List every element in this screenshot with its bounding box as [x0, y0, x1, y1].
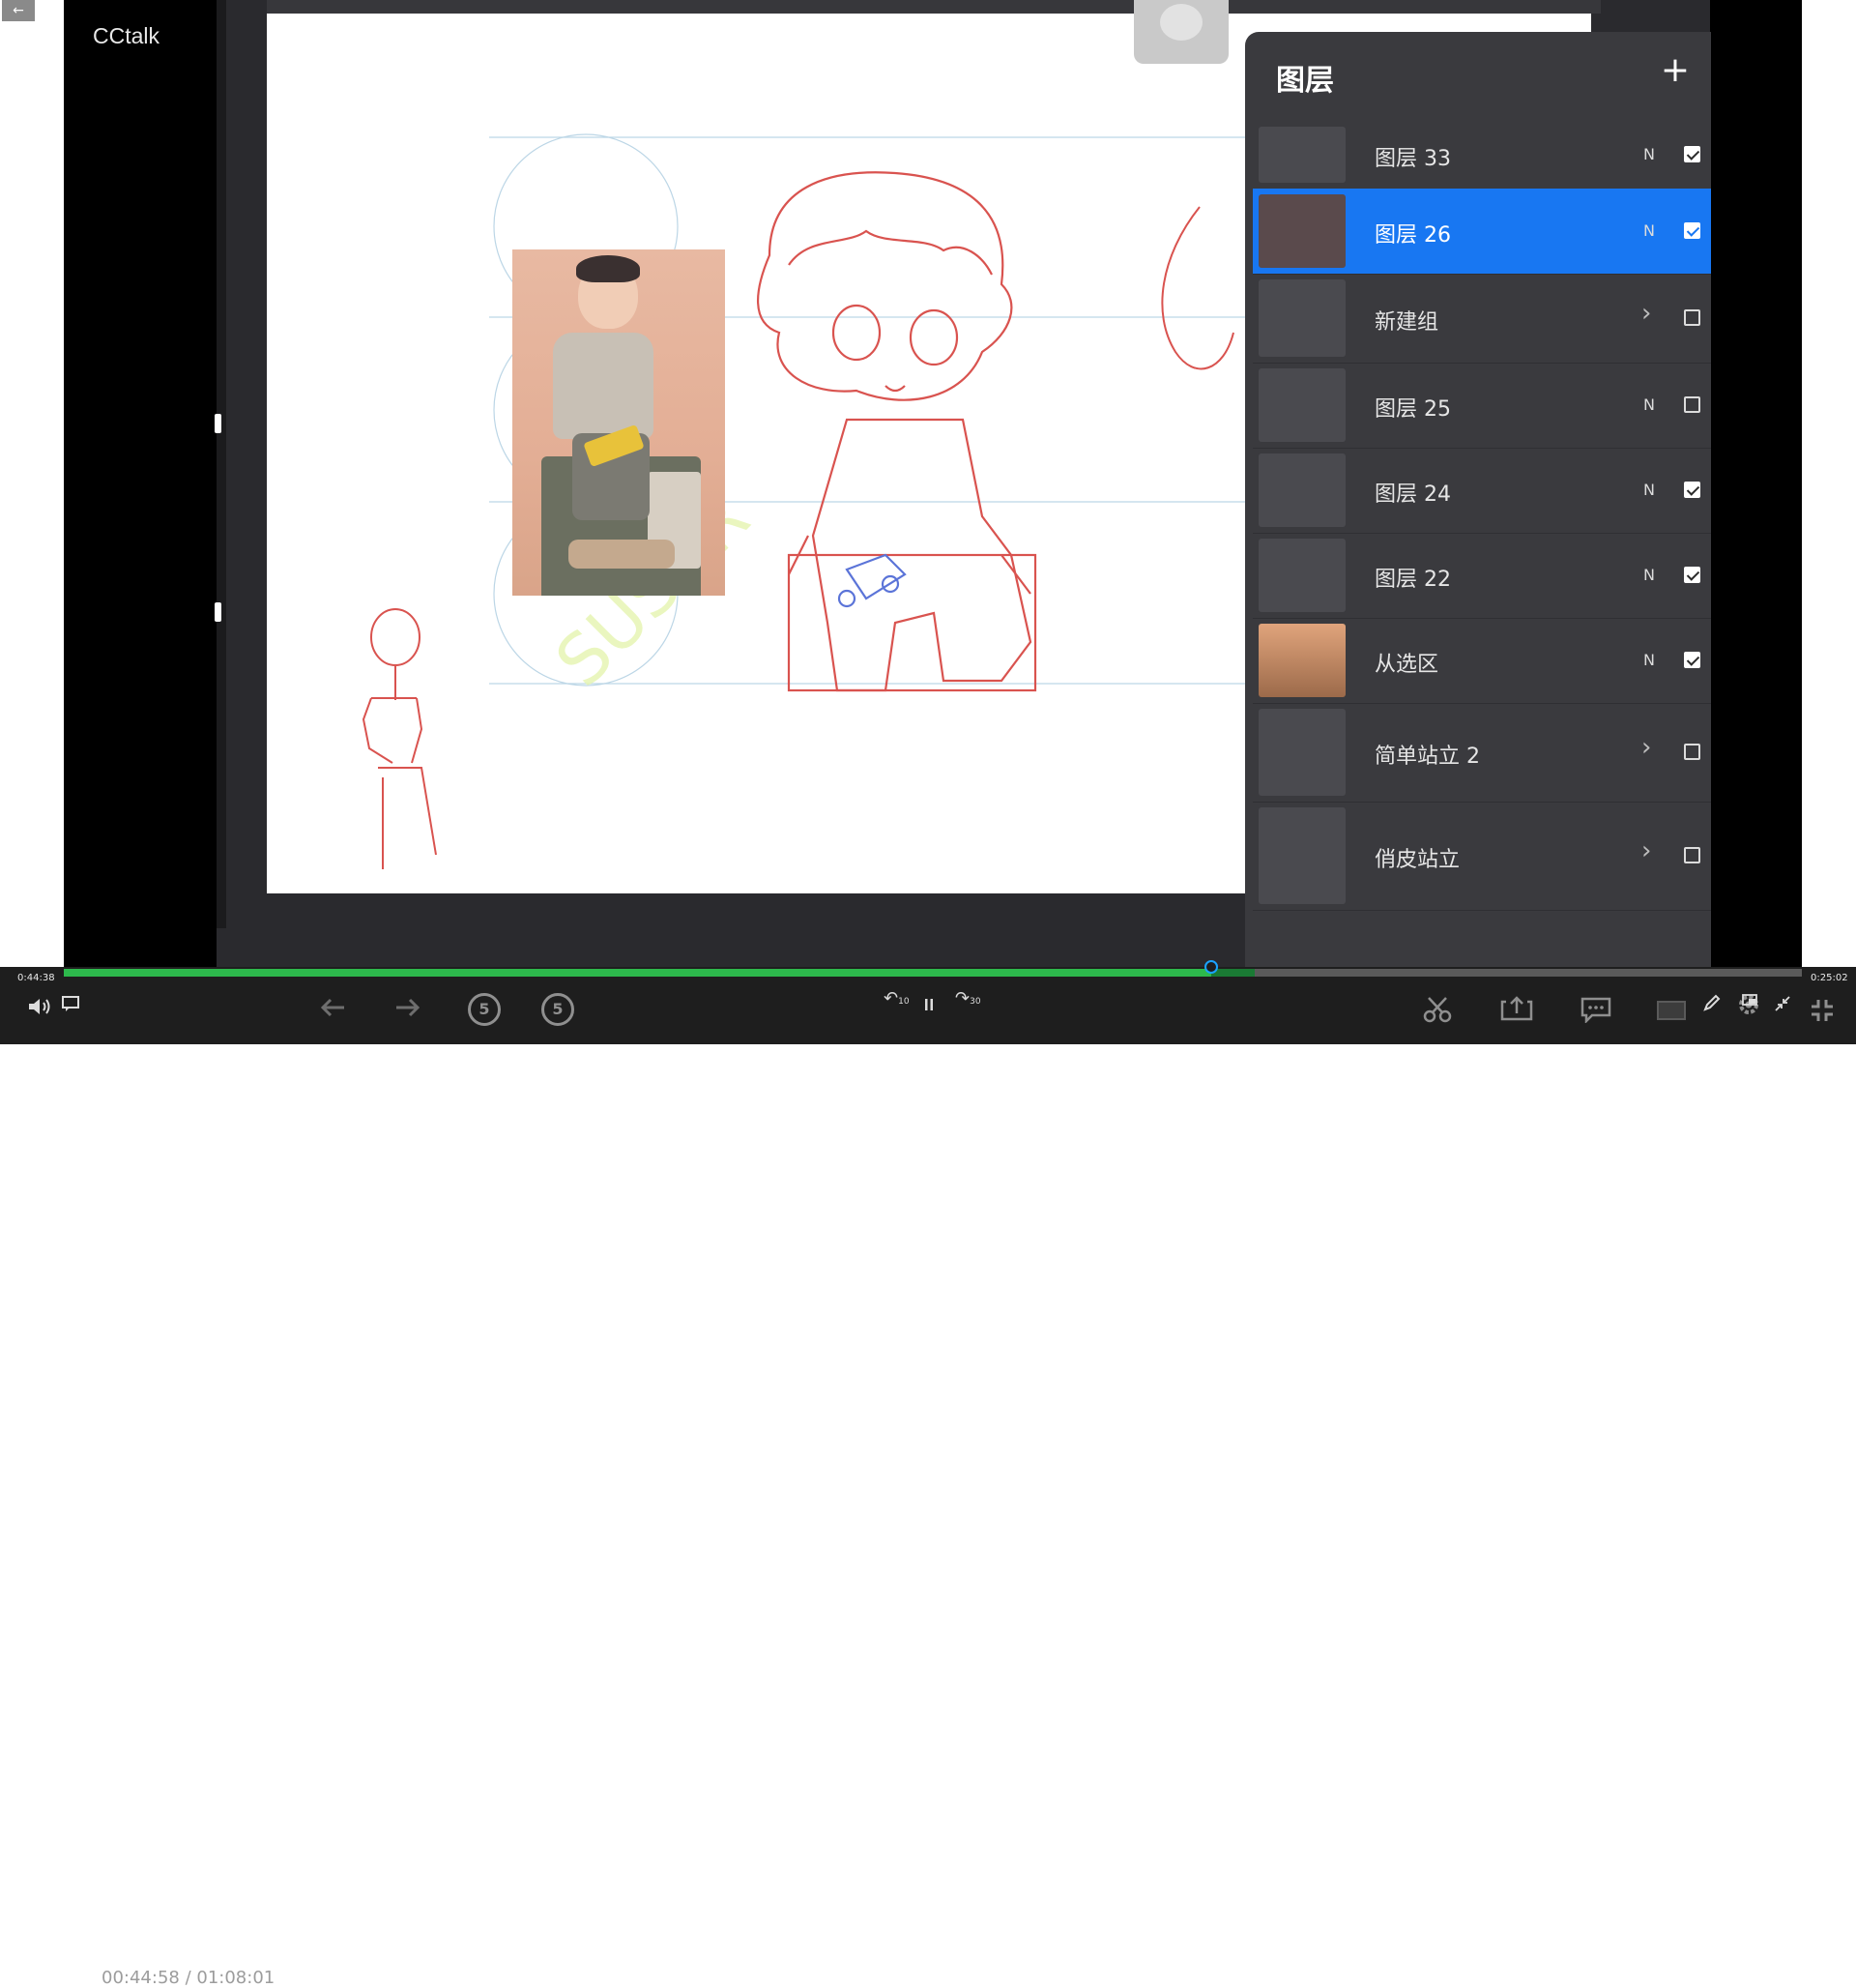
comment-icon[interactable] — [1580, 996, 1611, 1023]
layer-thumbnail — [1259, 368, 1346, 442]
add-layer-icon[interactable]: + — [1661, 53, 1690, 88]
group-thumbnail — [1259, 807, 1346, 904]
back-arrow-icon: ← — [13, 3, 24, 18]
next-icon[interactable] — [394, 998, 421, 1017]
forward-30-icon[interactable]: ↷30 — [955, 988, 981, 1009]
layer-name: 图层 22 — [1375, 568, 1451, 592]
forward-5-icon[interactable]: 5 — [541, 993, 574, 1026]
group-thumbnail — [1259, 279, 1346, 357]
rewind-5-label: 5 — [478, 1000, 490, 1018]
blend-mode-label[interactable]: N — [1643, 145, 1655, 163]
chevron-right-icon[interactable]: › — [1641, 836, 1651, 865]
share-icon[interactable] — [1500, 996, 1533, 1021]
blend-mode-label[interactable]: N — [1643, 481, 1655, 499]
layer-row[interactable]: 从选区 N — [1253, 618, 1711, 704]
blend-mode-label[interactable]: N — [1643, 395, 1655, 414]
reference-photo — [512, 249, 725, 596]
chevron-right-icon[interactable]: › — [1641, 733, 1651, 762]
procreate-top-bar — [267, 0, 1601, 14]
layer-name: 从选区 — [1375, 653, 1439, 677]
blend-mode-label[interactable]: N — [1643, 221, 1655, 240]
layer-row[interactable]: 图层 26 N — [1253, 189, 1711, 275]
visibility-checkbox[interactable] — [1684, 567, 1700, 583]
layer-row[interactable]: 图层 25 N — [1253, 363, 1711, 449]
forward-5-label: 5 — [552, 1000, 564, 1018]
blend-mode-label[interactable]: N — [1643, 566, 1655, 584]
layer-name: 俏皮站立 — [1375, 848, 1461, 872]
prev-icon[interactable] — [319, 998, 346, 1017]
visibility-checkbox[interactable] — [1684, 222, 1700, 239]
shrink-icon[interactable] — [1775, 996, 1790, 1011]
rewind-5-icon[interactable]: 5 — [468, 993, 501, 1026]
brush-size-handle — [215, 414, 221, 433]
volume-icon[interactable] — [27, 996, 52, 1017]
pen-icon[interactable] — [1703, 994, 1721, 1011]
layers-panel: 图层 + 图层 33 N 图层 26 N 新建组 › 图层 25 N 图层 24 N 图层 22 N 从… — [1245, 32, 1711, 967]
video-area[interactable]: CCtalk SUSCR — [64, 0, 1802, 967]
player-controls: 00:44:58 / 01:08:01 5 5 ↶10 ↷30 — [0, 967, 1856, 1988]
layer-thumbnail — [1259, 624, 1346, 697]
layer-name: 简单站立 2 — [1375, 745, 1480, 769]
opacity-handle — [215, 602, 221, 622]
layer-name: 图层 25 — [1375, 397, 1451, 422]
layer-row[interactable]: 俏皮站立 › — [1253, 802, 1711, 911]
layer-thumbnail — [1259, 194, 1346, 268]
rewind-10-icon[interactable]: ↶10 — [884, 988, 910, 1009]
photo-kid-shoes — [568, 540, 675, 569]
screen-icon[interactable] — [1656, 1000, 1687, 1021]
layer-thumbnail — [1259, 127, 1346, 183]
rewind-10-label: 10 — [898, 997, 910, 1007]
layer-name: 新建组 — [1375, 310, 1439, 335]
layer-row[interactable]: 简单站立 2 › — [1253, 703, 1711, 803]
time-separator: / — [185, 1968, 191, 1988]
visibility-checkbox[interactable] — [1684, 396, 1700, 413]
photo-kid-hair — [576, 255, 640, 282]
progress-thumb[interactable] — [1204, 960, 1218, 974]
layer-thumbnail — [1259, 539, 1346, 612]
layer-row[interactable]: 图层 24 N — [1253, 448, 1711, 534]
left-margin — [0, 0, 64, 1044]
layer-name: 图层 26 — [1375, 223, 1451, 248]
duration: 01:08:01 — [196, 1968, 276, 1988]
brand-logo: CCtalk — [93, 23, 160, 48]
visibility-checkbox[interactable] — [1684, 652, 1700, 668]
progress-played — [64, 969, 1211, 977]
chevron-right-icon[interactable]: › — [1641, 299, 1651, 328]
right-margin — [1802, 0, 1856, 1044]
danmaku-icon[interactable] — [62, 996, 79, 1011]
current-time: 00:44:58 — [102, 1968, 180, 1988]
photo-kid-body — [553, 333, 653, 439]
layer-name: 图层 33 — [1375, 147, 1451, 171]
layer-name: 图层 24 — [1375, 482, 1451, 507]
layers-title: 图层 — [1276, 64, 1334, 98]
modify-button[interactable] — [1134, 0, 1229, 64]
blend-mode-label[interactable]: N — [1643, 651, 1655, 669]
layer-row[interactable]: 新建组 › — [1253, 274, 1711, 364]
pip-icon[interactable] — [1742, 994, 1757, 1008]
ipad-bezel — [217, 0, 226, 928]
time-readout: 00:44:58 / 01:08:01 — [102, 1968, 275, 1988]
layer-row[interactable]: 图层 22 N — [1253, 533, 1711, 619]
visibility-checkbox[interactable] — [1684, 744, 1700, 760]
visibility-checkbox[interactable] — [1684, 146, 1700, 162]
visibility-checkbox[interactable] — [1684, 309, 1700, 326]
modify-dot-icon — [1160, 4, 1203, 41]
group-thumbnail — [1259, 709, 1346, 796]
progress-start-label: 0:44:38 — [17, 973, 55, 983]
visibility-checkbox[interactable] — [1684, 482, 1700, 498]
progress-end-label: 0:25:02 — [1811, 973, 1848, 983]
fullscreen-exit-icon[interactable] — [1810, 998, 1835, 1023]
visibility-checkbox[interactable] — [1684, 847, 1700, 863]
back-button[interactable]: ← — [2, 0, 35, 21]
layer-thumbnail — [1259, 453, 1346, 527]
scissors-icon[interactable] — [1423, 996, 1452, 1023]
pause-icon[interactable] — [924, 998, 934, 1011]
layer-row[interactable]: 图层 33 N — [1253, 121, 1711, 190]
forward-30-label: 30 — [970, 997, 981, 1007]
progress-bar[interactable] — [64, 960, 1802, 977]
